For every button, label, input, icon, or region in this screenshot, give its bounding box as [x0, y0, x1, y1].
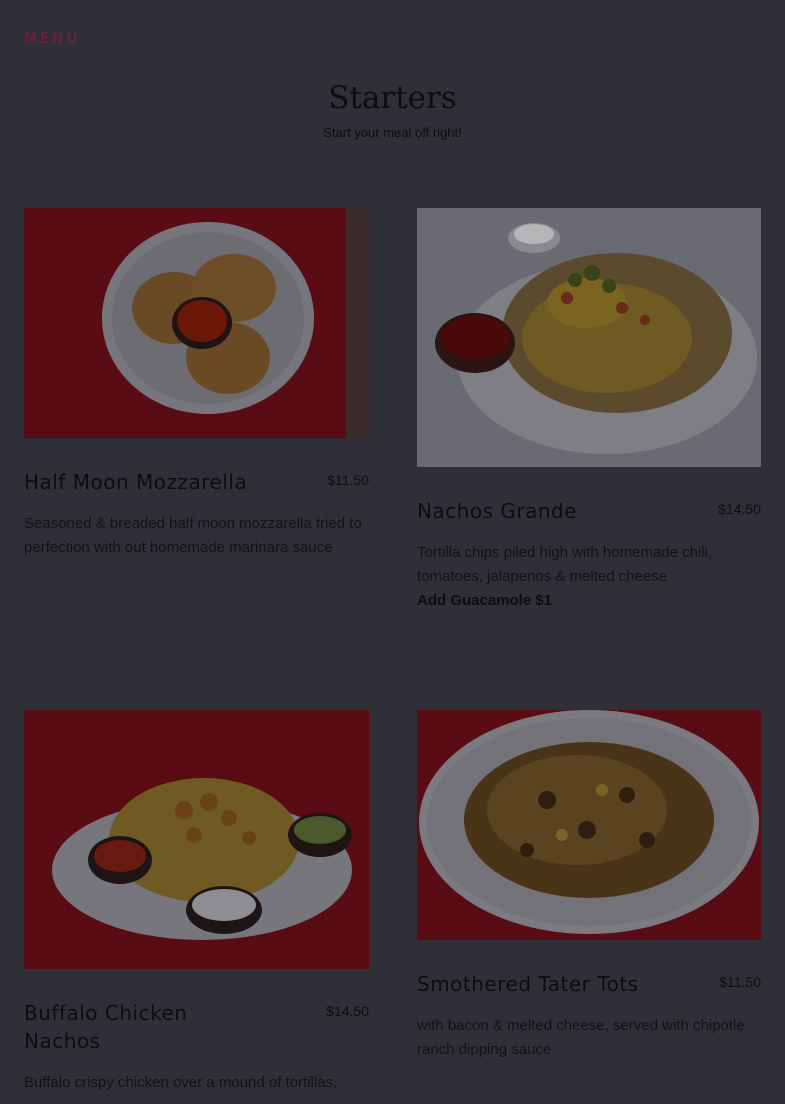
menu-item-card: Half Moon Mozzarella $11.50 Seasoned & b… [24, 208, 369, 560]
item-price: $11.50 [719, 974, 761, 990]
menu-link[interactable]: MENU [24, 29, 81, 47]
section-title: Starters [328, 80, 457, 116]
item-addon: Add Guacamole $1 [417, 592, 553, 609]
food-photo-nachos-grande [417, 208, 761, 467]
item-name: Smothered Tater Tots [417, 972, 639, 996]
item-name: Buffalo Chicken Nachos [24, 1001, 188, 1053]
food-photo-smothered-tater-tots [417, 710, 761, 940]
item-price: $14.50 [718, 501, 761, 517]
item-description: with bacon & melted cheese, served with … [417, 1017, 745, 1058]
item-name: Nachos Grande [417, 499, 578, 523]
item-price: $11.50 [327, 472, 369, 488]
item-description: Seasoned & breaded half moon mozzarella … [24, 515, 362, 556]
section-subtitle: Start your meal off right! [323, 125, 462, 140]
food-photo-half-moon-mozzarella [24, 208, 369, 438]
item-description-text: Tortilla chips piled high with homemade … [417, 544, 713, 585]
menu-item-card: Buffalo Chicken Nachos $14.50 Buffalo cr… [24, 710, 369, 1095]
food-photo-buffalo-chicken-nachos [24, 710, 369, 969]
menu-item-card: Smothered Tater Tots $11.50 with bacon &… [417, 710, 761, 1062]
item-description: Buffalo crispy chicken over a mound of t… [24, 1074, 338, 1091]
item-price: $14.50 [326, 1003, 369, 1019]
menu-item-card: Nachos Grande $14.50 Tortilla chips pile… [417, 208, 761, 613]
item-name: Half Moon Mozzarella [24, 470, 248, 494]
item-description: Tortilla chips piled high with homemade … [417, 541, 761, 613]
